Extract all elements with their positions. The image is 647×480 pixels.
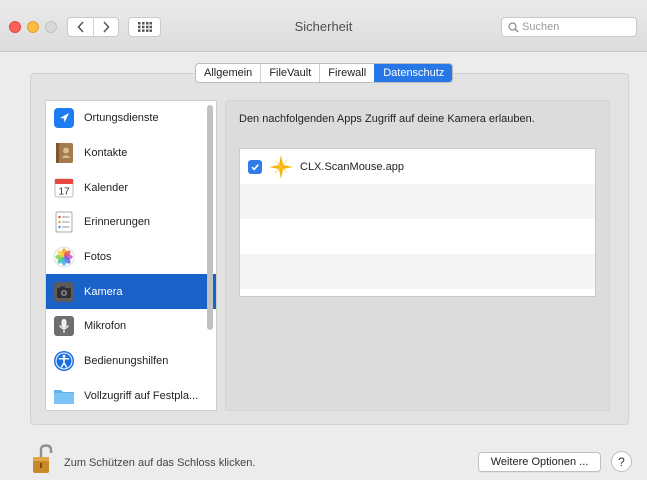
- list-item: [240, 184, 595, 219]
- sidebar-item-accessibility[interactable]: Bedienungshilfen: [46, 344, 216, 379]
- sidebar-item-calendar[interactable]: 17 Kalender: [46, 170, 216, 205]
- accessibility-icon: [52, 350, 75, 373]
- tab-allgemein[interactable]: Allgemein: [196, 64, 260, 82]
- sidebar-item-location[interactable]: Ortungsdienste: [46, 101, 216, 136]
- sidebar-item-reminders[interactable]: Erinnerungen: [46, 205, 216, 240]
- calendar-icon: 17: [52, 176, 75, 199]
- padlock-icon[interactable]: [31, 444, 55, 474]
- microphone-icon: [52, 315, 75, 338]
- sidebar-item-label: Fotos: [84, 251, 112, 264]
- reminders-icon: [52, 211, 75, 234]
- app-list[interactable]: CLX.ScanMouse.app: [239, 148, 596, 297]
- list-item: [240, 254, 595, 289]
- app-name: CLX.ScanMouse.app: [300, 160, 404, 173]
- app-permission-checkbox[interactable]: [248, 159, 262, 174]
- title-bar: Sicherheit Suchen: [0, 0, 647, 52]
- tab-firewall[interactable]: Firewall: [319, 64, 374, 82]
- sidebar-item-label: Ortungsdienste: [84, 112, 159, 125]
- permission-description: Den nachfolgenden Apps Zugriff auf deine…: [239, 113, 535, 125]
- search-icon: [508, 21, 519, 32]
- sidebar-item-label: Kalender: [84, 181, 129, 194]
- camera-icon: [52, 280, 75, 303]
- search-field[interactable]: Suchen: [501, 17, 637, 37]
- tab-datenschutz[interactable]: Datenschutz: [374, 64, 453, 82]
- search-placeholder: Suchen: [522, 21, 560, 33]
- privacy-category-list[interactable]: Ortungsdienste Kontakte 17 Kalender Erin…: [45, 100, 217, 411]
- lock-hint: Zum Schützen auf das Schloss klicken.: [64, 457, 256, 469]
- list-item[interactable]: CLX.ScanMouse.app: [240, 149, 595, 184]
- sidebar-item-microphone[interactable]: Mikrofon: [46, 309, 216, 344]
- tab-bar: Allgemein FileVault Firewall Datenschutz: [195, 63, 454, 83]
- sidebar-item-label: Kontakte: [84, 147, 128, 160]
- folder-icon: [52, 384, 75, 407]
- sidebar-item-photos[interactable]: Fotos: [46, 240, 216, 275]
- svg-text:17: 17: [58, 186, 70, 197]
- sidebar-scrollbar[interactable]: [207, 105, 213, 330]
- sidebar-item-label: Erinnerungen: [84, 216, 151, 229]
- location-arrow-icon: [52, 107, 75, 130]
- advanced-options-button[interactable]: Weitere Optionen ...: [478, 452, 601, 472]
- sidebar-item-label: Vollzugriff auf Festpla...: [84, 389, 199, 402]
- sidebar-item-contacts[interactable]: Kontakte: [46, 136, 216, 171]
- sidebar-item-full-disk-access[interactable]: Vollzugriff auf Festpla...: [46, 379, 216, 411]
- scanmouse-app-icon: [269, 154, 293, 179]
- checkmark-icon: [251, 163, 259, 171]
- tab-filevault[interactable]: FileVault: [260, 64, 319, 82]
- sidebar-item-label: Bedienungshilfen: [84, 355, 169, 368]
- sidebar-item-label: Mikrofon: [84, 320, 127, 333]
- photos-icon: [52, 246, 75, 269]
- help-button[interactable]: ?: [611, 451, 632, 472]
- sidebar-item-camera[interactable]: Kamera: [46, 274, 216, 310]
- contacts-book-icon: [52, 142, 75, 165]
- list-item: [240, 219, 595, 254]
- sidebar-item-label: Kamera: [84, 285, 123, 298]
